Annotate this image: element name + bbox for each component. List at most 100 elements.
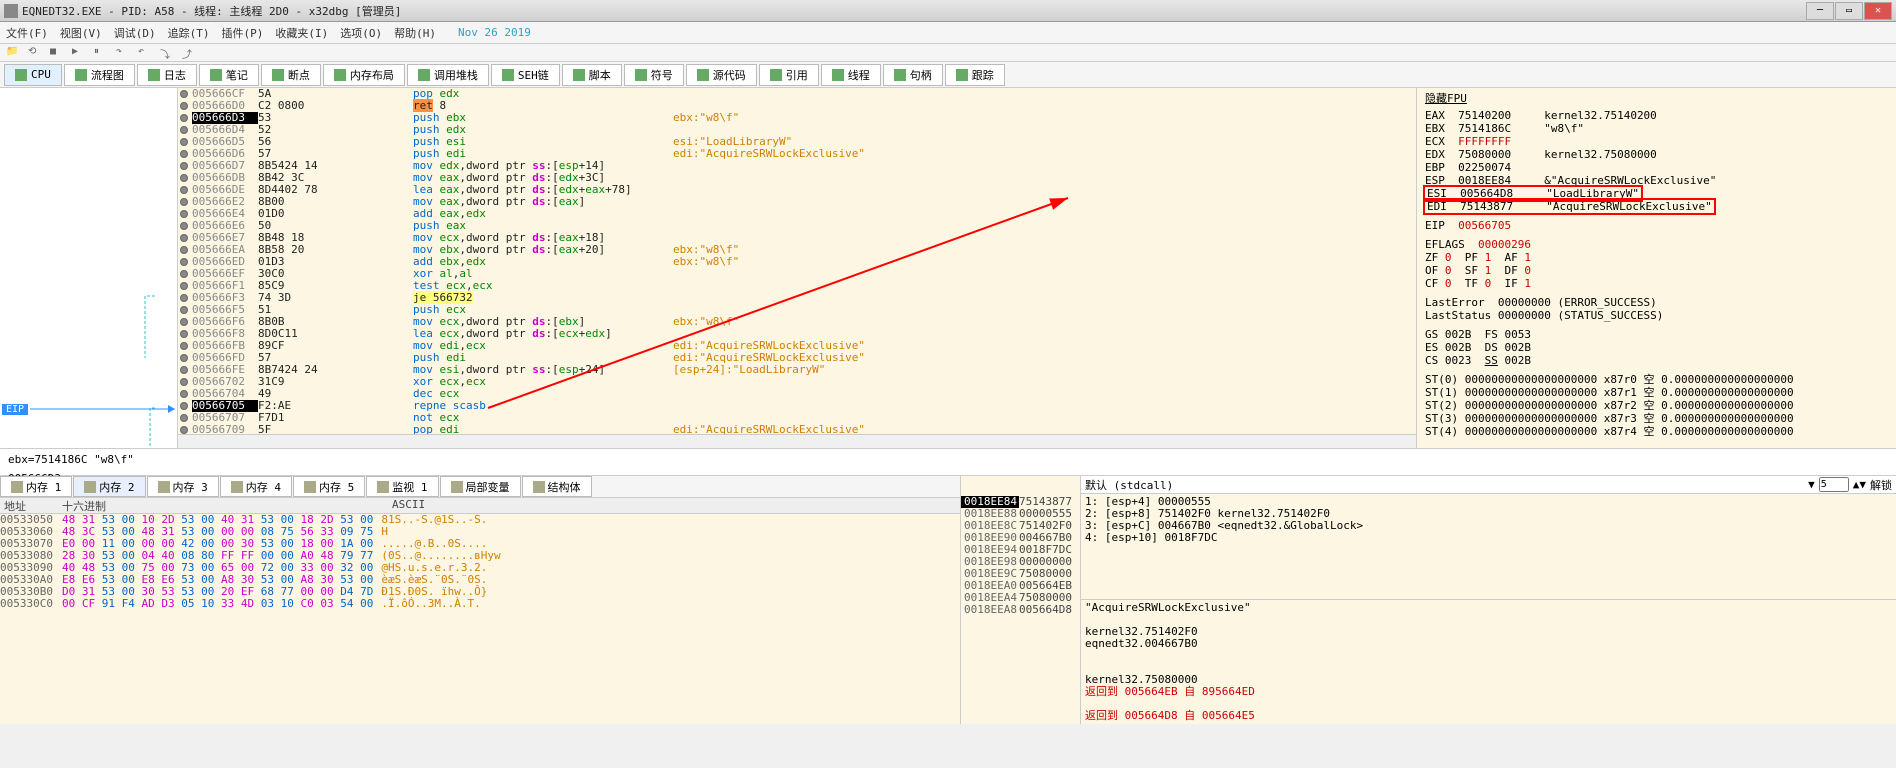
eip-marker: EIP bbox=[2, 404, 28, 415]
menu-item[interactable]: 帮助(H) bbox=[394, 25, 436, 41]
stack-comment: 返回到 005664D8 自 005664E5 bbox=[1085, 710, 1892, 722]
disasm-row[interactable]: 005666E650push eax bbox=[178, 220, 1416, 232]
stack-comment: kernel32.751402F0 bbox=[1085, 626, 1892, 638]
icon-toolbar: 📁 ⟲ ■ ▶ ⏸ ↷ ↶ ⤵ ⤴ bbox=[0, 44, 1896, 62]
pause-icon[interactable]: ⏸ bbox=[94, 46, 108, 60]
dump-header: 地址 十六进制 ASCII bbox=[0, 498, 960, 514]
disasm-row[interactable]: 005666F551push ecx bbox=[178, 304, 1416, 316]
step-over-icon[interactable]: ↶ bbox=[138, 46, 152, 60]
bottom-area: 内存 1内存 2内存 3内存 4内存 5监视 1局部变量结构体 地址 十六进制 … bbox=[0, 476, 1896, 724]
disasm-row[interactable]: 005666DB8B42 3Cmov eax,dword ptr ds:[edx… bbox=[178, 172, 1416, 184]
dump-tab[interactable]: 内存 5 bbox=[293, 476, 365, 497]
dump-body[interactable]: 0053305048 31 53 00 10 2D 53 00 40 31 53… bbox=[0, 514, 960, 724]
disasm-row[interactable]: 0056670231C9xor ecx,ecx bbox=[178, 376, 1416, 388]
disasm-row[interactable]: 005666D0C2 0800ret 8 bbox=[178, 100, 1416, 112]
disasm-row[interactable]: 005666F374 3Dje 566732 bbox=[178, 292, 1416, 304]
status-ebx: ebx=7514186C "w8\f" bbox=[8, 453, 1888, 466]
col-hex: 十六进制 bbox=[62, 498, 382, 513]
dump-tabs: 内存 1内存 2内存 3内存 4内存 5监视 1局部变量结构体 bbox=[0, 476, 960, 498]
stop-icon[interactable]: ■ bbox=[50, 46, 64, 60]
dump-tab[interactable]: 内存 2 bbox=[73, 476, 145, 497]
dump-tab[interactable]: 局部变量 bbox=[440, 476, 521, 497]
disasm-row[interactable]: 005666E28B00mov eax,dword ptr ds:[eax] bbox=[178, 196, 1416, 208]
disasm-row[interactable]: 005666E78B48 18mov ecx,dword ptr ds:[eax… bbox=[178, 232, 1416, 244]
step-into-icon[interactable]: ⤵ bbox=[160, 46, 174, 60]
stack-row[interactable]: 0018EEA8 005664D8 bbox=[961, 604, 1080, 616]
status-info: ebx=7514186C "w8\f" 005666D3 bbox=[0, 448, 1896, 476]
menu-item[interactable]: 收藏夹(I) bbox=[275, 25, 328, 41]
tab-源代码[interactable]: 源代码 bbox=[686, 64, 757, 86]
disasm-row[interactable]: 005666D78B5424 14mov edx,dword ptr ss:[e… bbox=[178, 160, 1416, 172]
menu-item[interactable]: 插件(P) bbox=[222, 25, 264, 41]
maximize-button[interactable]: ▭ bbox=[1835, 2, 1863, 20]
main-area: EIP 005666CF5Apop edx005666D0C2 0800ret … bbox=[0, 88, 1896, 448]
dump-tab[interactable]: 结构体 bbox=[522, 476, 592, 497]
dump-tab[interactable]: 内存 1 bbox=[0, 476, 72, 497]
argcount-input[interactable] bbox=[1819, 477, 1849, 492]
menu-item[interactable]: 文件(F) bbox=[6, 25, 48, 41]
tab-断点[interactable]: 断点 bbox=[261, 64, 321, 86]
stack-comment: 返回到 005664EB 自 895664ED bbox=[1085, 686, 1892, 698]
disasm-row[interactable]: 005666D657push ediedi:"AcquireSRWLockExc… bbox=[178, 148, 1416, 160]
step-out-icon[interactable]: ⤴ bbox=[182, 46, 196, 60]
menu-item[interactable]: 调试(D) bbox=[114, 25, 156, 41]
col-ascii: ASCII bbox=[392, 498, 425, 513]
tab-调用堆栈[interactable]: 调用堆栈 bbox=[407, 64, 489, 86]
disasm-row[interactable]: 005666CF5Apop edx bbox=[178, 88, 1416, 100]
stack-comment bbox=[1085, 662, 1892, 674]
disasm-row[interactable]: 0056670449dec ecx bbox=[178, 388, 1416, 400]
step-icon[interactable]: ↷ bbox=[116, 46, 130, 60]
stack-panel[interactable]: 0018EE84 751438770018EE88 000005550018EE… bbox=[960, 476, 1080, 724]
h-scrollbar[interactable] bbox=[178, 434, 1416, 448]
tab-脚本[interactable]: 脚本 bbox=[562, 64, 622, 86]
play-icon[interactable]: ▶ bbox=[72, 46, 86, 60]
tab-笔记[interactable]: 笔记 bbox=[199, 64, 259, 86]
tab-CPU[interactable]: CPU bbox=[4, 64, 62, 86]
registers-panel[interactable]: 隐藏FPUEAX 75140200 kernel32.75140200EBX 7… bbox=[1416, 88, 1896, 448]
tab-SEH链[interactable]: SEH链 bbox=[491, 64, 560, 86]
disassembly-panel[interactable]: 005666CF5Apop edx005666D0C2 0800ret 8005… bbox=[178, 88, 1416, 448]
stack-comment: "AcquireSRWLockExclusive" bbox=[1085, 602, 1892, 614]
tab-日志[interactable]: 日志 bbox=[137, 64, 197, 86]
dump-row[interactable]: 005330C000 CF 91 F4 AD D3 05 10 33 4D 03… bbox=[0, 598, 960, 610]
dump-tab[interactable]: 监视 1 bbox=[366, 476, 438, 497]
disasm-row[interactable]: 005666ED01D3add ebx,edxebx:"w8\f" bbox=[178, 256, 1416, 268]
stack-comment bbox=[1085, 650, 1892, 662]
tab-符号[interactable]: 符号 bbox=[624, 64, 684, 86]
disasm-row[interactable]: 005666EF30C0xor al,al bbox=[178, 268, 1416, 280]
close-button[interactable]: ✕ bbox=[1864, 2, 1892, 20]
app-icon bbox=[4, 4, 18, 18]
disasm-row[interactable]: 005666FE8B7424 24mov esi,dword ptr ss:[e… bbox=[178, 364, 1416, 376]
dump-tab[interactable]: 内存 3 bbox=[147, 476, 219, 497]
col-addr: 地址 bbox=[0, 498, 62, 513]
title-bar: EQNEDT32.EXE - PID: A58 - 线程: 主线程 2D0 - … bbox=[0, 0, 1896, 22]
minimize-button[interactable]: ─ bbox=[1806, 2, 1834, 20]
stack-comment: eqnedt32.004667B0 bbox=[1085, 638, 1892, 650]
tab-句柄[interactable]: 句柄 bbox=[883, 64, 943, 86]
tab-内存布局[interactable]: 内存布局 bbox=[323, 64, 405, 86]
hide-fpu[interactable]: 隐藏FPU bbox=[1425, 92, 1888, 105]
disasm-row[interactable]: 005666EA8B58 20mov ebx,dword ptr ds:[eax… bbox=[178, 244, 1416, 256]
stack-comments[interactable]: "AcquireSRWLockExclusive" kernel32.75140… bbox=[1081, 599, 1896, 724]
tab-流程图[interactable]: 流程图 bbox=[64, 64, 135, 86]
menu-item[interactable]: 追踪(T) bbox=[168, 25, 210, 41]
disasm-row[interactable]: 005666E401D0add eax,edx bbox=[178, 208, 1416, 220]
disasm-row[interactable]: 005666F185C9test ecx,ecx bbox=[178, 280, 1416, 292]
folder-icon[interactable]: 📁 bbox=[6, 46, 20, 60]
callconv-label[interactable]: 默认 (stdcall) bbox=[1085, 477, 1173, 493]
disasm-row[interactable]: 00566705F2:AErepne scasb bbox=[178, 400, 1416, 412]
menu-item[interactable]: 选项(O) bbox=[340, 25, 382, 41]
args-list: 1: [esp+4] 000005552: [esp+8] 751402F0 k… bbox=[1081, 494, 1896, 599]
refresh-icon[interactable]: ⟲ bbox=[28, 46, 42, 60]
unlock-button[interactable]: 解锁 bbox=[1870, 477, 1892, 493]
tab-线程[interactable]: 线程 bbox=[821, 64, 881, 86]
tab-跟踪[interactable]: 跟踪 bbox=[945, 64, 1005, 86]
disasm-row[interactable]: 005666DE8D4402 78lea eax,dword ptr ds:[e… bbox=[178, 184, 1416, 196]
dump-tab[interactable]: 内存 4 bbox=[220, 476, 292, 497]
disasm-row[interactable]: 005666D452push edx bbox=[178, 124, 1416, 136]
tab-引用[interactable]: 引用 bbox=[759, 64, 819, 86]
disasm-row[interactable]: 005666D353push ebxebx:"w8\f" bbox=[178, 112, 1416, 124]
window-title: EQNEDT32.EXE - PID: A58 - 线程: 主线程 2D0 - … bbox=[22, 3, 1806, 19]
menu-item[interactable]: 视图(V) bbox=[60, 25, 102, 41]
disasm-row[interactable]: 005666F68B0Bmov ecx,dword ptr ds:[ebx]eb… bbox=[178, 316, 1416, 328]
